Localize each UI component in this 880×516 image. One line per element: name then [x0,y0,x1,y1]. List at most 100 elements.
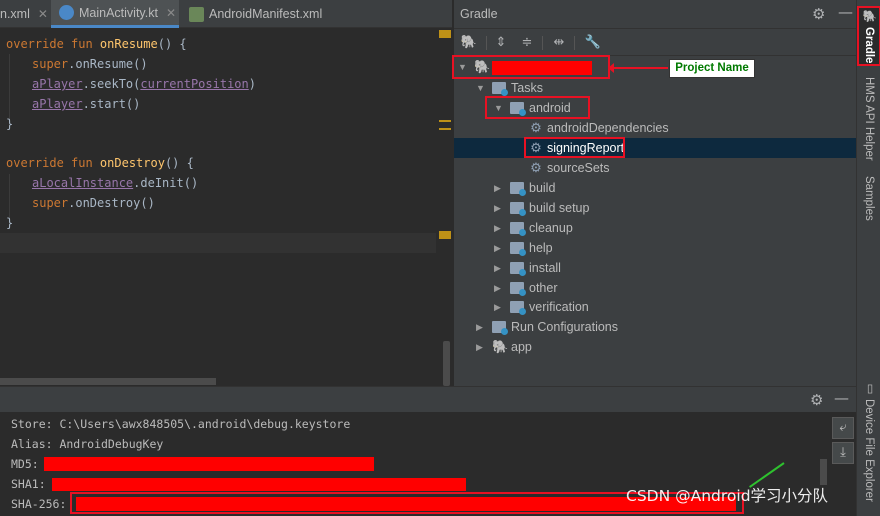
tab-xml-file[interactable]: n.xml ✕ [0,0,50,28]
tree-row-help[interactable]: ▶ help [454,238,857,258]
tree-label: other [529,281,558,295]
tree-label: build [529,181,556,195]
indent-guide [9,54,10,122]
callout-arrow [608,63,668,73]
folder-icon [492,321,508,335]
soft-wrap-icon[interactable]: ⤶ [832,417,854,439]
code-line: } [6,117,14,131]
tree-row-cleanup[interactable]: ▶ cleanup [454,218,857,238]
toolbar-separator [574,36,575,50]
stripe-tab-device-file-explorer[interactable]: ▯ Device File Explorer [857,366,880,516]
gear-icon[interactable]: ⚙ [810,391,823,409]
vertical-scrollbar[interactable] [443,341,450,386]
code-editor[interactable]: override fun onResume() { super.onResume… [0,28,452,386]
redacted-md5 [44,457,374,471]
stripe-tab-hms-api-helper[interactable]: HMS API Helper [857,76,880,162]
tree-row-other[interactable]: ▶ other [454,278,857,298]
editor-tab-bar: n.xml ✕ MainActivity.kt ✕ AndroidManifes… [0,0,452,28]
tree-label: sourceSets [547,161,610,175]
expand-all-icon[interactable]: ⇕ [492,34,510,52]
tree-row-run-configurations[interactable]: ▶ Run Configurations [454,317,857,337]
console-line-sha1: SHA1: [11,477,46,491]
code-line: aLocalInstance.deInit() [32,176,199,190]
code-line: override fun onDestroy() { [6,156,194,170]
collapsed-arrow-icon[interactable]: ▶ [494,297,501,317]
tab-label: n.xml [0,7,30,21]
warning-marker[interactable] [439,128,451,130]
manifest-file-icon [189,6,204,22]
collapsed-arrow-icon[interactable]: ▶ [494,238,501,258]
tab-android-manifest[interactable]: AndroidManifest.xml [181,0,353,28]
folder-icon [510,202,526,216]
link-projects-icon[interactable]: ⇹ [550,34,568,52]
collapsed-arrow-icon[interactable]: ▶ [494,218,501,238]
redacted-sha1 [52,478,466,491]
device-icon: ▯ [863,380,875,395]
close-icon[interactable]: ✕ [38,7,48,21]
warning-marker[interactable] [439,120,451,122]
elephant-icon: 🐘 [863,8,875,23]
gradle-title: Gradle [460,7,498,21]
scroll-to-end-icon[interactable]: ⤓ [832,442,854,464]
close-icon[interactable]: ✕ [166,6,176,20]
stripe-tab-gradle[interactable]: 🐘 Gradle [857,6,880,66]
tree-row-android-dependencies[interactable]: ⚙ androidDependencies [454,118,857,138]
code-line: aPlayer.start() [32,97,141,111]
tree-row-signing-report[interactable]: ⚙ signingReport [454,138,857,158]
tree-label: help [529,241,553,255]
tree-label: Run Configurations [511,320,619,334]
tree-label: Tasks [511,81,543,95]
warning-marker[interactable] [439,231,451,239]
expanded-arrow-icon[interactable]: ▼ [476,78,485,98]
highlight-box-android [485,96,590,119]
minimize-icon[interactable]: — [834,389,849,407]
tree-row-verification[interactable]: ▶ verification [454,297,857,317]
highlight-box-project [452,55,610,79]
collapsed-arrow-icon[interactable]: ▶ [476,337,483,357]
collapsed-arrow-icon[interactable]: ▶ [476,317,483,337]
tree-row-build-setup[interactable]: ▶ build setup [454,198,857,218]
folder-icon [510,242,526,256]
console-line-alias: Alias: AndroidDebugKey [11,437,164,451]
watermark: CSDN @Android学习小分队 [626,487,829,505]
tree-label: androidDependencies [547,121,669,135]
gear-icon[interactable]: ⚙ [812,5,825,23]
toolbar-separator [486,36,487,50]
tab-main-activity[interactable]: MainActivity.kt ✕ [51,0,179,28]
tree-label: build setup [529,201,590,215]
tree-row-tasks[interactable]: ▼ Tasks [454,78,857,98]
right-tool-stripe: 🐘 Gradle HMS API Helper Samples ▯ Device… [856,0,880,516]
horizontal-scrollbar[interactable] [0,378,216,385]
highlight-box-signing-report [524,137,625,158]
tree-label: app [511,340,532,354]
console-line-store: Store: C:\Users\awx848505\.android\debug… [11,417,351,431]
stripe-tab-samples[interactable]: Samples [857,170,880,226]
console-line-sha256: SHA-256: [11,497,67,511]
wrench-icon[interactable]: 🔧 [584,34,602,52]
collapsed-arrow-icon[interactable]: ▶ [494,198,501,218]
collapsed-arrow-icon[interactable]: ▶ [494,178,501,198]
tree-row-app[interactable]: ▶ 🐘 app [454,337,857,357]
console-scrollbar[interactable] [820,459,827,485]
gradle-toolbar: 🐘 ⇕ ≑ ⇹ 🔧 [454,28,857,56]
code-line: override fun onResume() { [6,37,187,51]
collapsed-arrow-icon[interactable]: ▶ [494,258,501,278]
folder-icon [510,301,526,315]
tree-row-source-sets[interactable]: ⚙ sourceSets [454,158,857,178]
collapse-all-icon[interactable]: ≑ [518,34,536,52]
tree-label: install [529,261,561,275]
elephant-icon[interactable]: 🐘 [460,34,478,52]
code-line: super.onDestroy() [32,196,155,210]
elephant-icon: 🐘 [492,339,509,354]
console-line-md5: MD5: [11,457,39,471]
tree-row-build[interactable]: ▶ build [454,178,857,198]
kotlin-file-icon [59,5,74,20]
code-line: } [6,216,14,230]
minimize-icon[interactable]: — [838,3,853,21]
code-line: aPlayer.seekTo(currentPosition) [32,77,256,91]
gradle-header: Gradle [454,0,857,28]
tree-row-install[interactable]: ▶ install [454,258,857,278]
folder-icon [510,262,526,276]
warning-marker[interactable] [439,30,451,38]
collapsed-arrow-icon[interactable]: ▶ [494,278,501,298]
